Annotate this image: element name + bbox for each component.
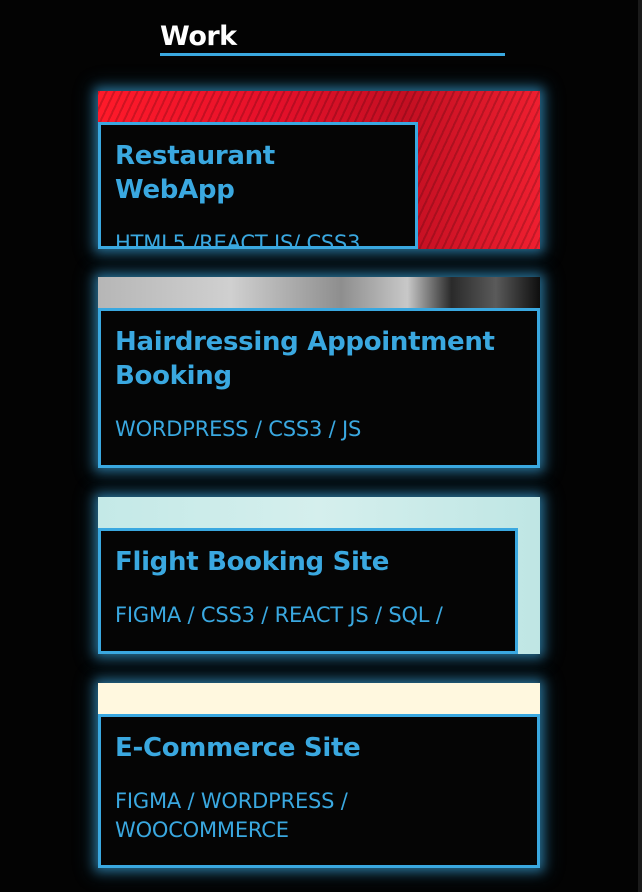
project-title: E-Commerce Site: [115, 733, 361, 763]
project-title: Restaurant WebApp: [115, 141, 275, 205]
project-tech-tags: FIGMA / CSS3 / REACT JS / SQL /: [115, 603, 443, 627]
project-info-box: E-Commerce Site FIGMA / WORDPRESS / WOOC…: [98, 714, 540, 868]
project-card-hairdressing[interactable]: Hairdressing Appointment Booking WORDPRE…: [98, 277, 540, 468]
project-info-box: Restaurant WebApp HTML5 /REACT JS/ CSS3: [98, 122, 418, 249]
project-tech-tags: HTML5 /REACT JS/ CSS3: [115, 231, 361, 249]
work-section-heading: Work: [160, 18, 505, 56]
work-heading-text: Work: [160, 21, 237, 52]
project-tech-tags: WORDPRESS / CSS3 / JS: [115, 417, 362, 441]
project-title: Hairdressing Appointment Booking: [115, 327, 495, 391]
project-tech-tags: FIGMA / WORDPRESS / WOOCOMMERCE: [115, 789, 348, 842]
project-info-box: Hairdressing Appointment Booking WORDPRE…: [98, 308, 540, 468]
project-info-box: Flight Booking Site FIGMA / CSS3 / REACT…: [98, 528, 518, 654]
project-title: Flight Booking Site: [115, 547, 390, 577]
scrollbar[interactable]: [638, 0, 642, 892]
project-card-ecommerce[interactable]: E-Commerce Site FIGMA / WORDPRESS / WOOC…: [98, 683, 540, 868]
project-card-flight-booking[interactable]: Flight Booking Site FIGMA / CSS3 / REACT…: [98, 497, 540, 654]
project-card-restaurant[interactable]: Restaurant WebApp HTML5 /REACT JS/ CSS3: [98, 91, 540, 249]
